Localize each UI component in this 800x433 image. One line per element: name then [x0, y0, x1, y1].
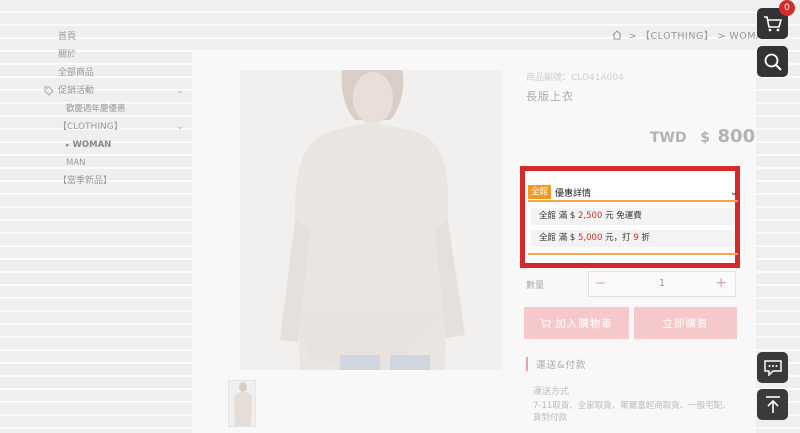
rule-prefix: 全館 滿 $: [539, 211, 576, 221]
menu-item-label: 歡慶週年慶優惠: [66, 104, 126, 114]
cart-icon: [540, 318, 552, 328]
shipping-method-label: 運送方式: [533, 387, 570, 397]
breadcrumb-separator: >: [628, 31, 637, 42]
menu-item-clothing[interactable]: 【CLOTHING】 ⌄: [38, 118, 190, 136]
menu-item-all-products[interactable]: 全部商品: [38, 64, 190, 82]
product-thumbnail[interactable]: [228, 380, 256, 427]
chevron-down-icon[interactable]: ⌄: [730, 187, 738, 198]
rule-amount: 2,500: [578, 211, 603, 221]
side-menu: 首頁 關於 全部商品 促銷活動 ⌄ 歡慶週年慶優惠 【CLOTHING】 ⌄ ▸…: [38, 28, 190, 190]
breadcrumb-item-clothing[interactable]: 【CLOTHING】: [641, 31, 714, 42]
promotion-divider: [528, 253, 738, 255]
back-to-top-icon: [765, 395, 780, 413]
promotion-rule-discount: 全館 滿 $ 5,000 元，打 9 折: [531, 230, 735, 247]
menu-item-home[interactable]: 首頁: [38, 28, 190, 46]
breadcrumb: > 【CLOTHING】 > WOMAN: [612, 28, 771, 42]
menu-item-man[interactable]: MAN: [38, 154, 190, 172]
product-sku: 商品編號：CLO41A004: [526, 73, 624, 83]
price-currency: TWD: [650, 130, 687, 146]
menu-item-label: MAN: [66, 158, 86, 168]
menu-item-woman[interactable]: ▸ WOMAN: [38, 136, 190, 154]
chevron-down-icon[interactable]: ⌄: [176, 118, 184, 136]
product-price: TWD $ 800: [650, 126, 755, 147]
chat-icon: [763, 359, 782, 376]
buy-now-button[interactable]: 立即購買: [634, 307, 737, 339]
rule-amount: 5,000: [578, 233, 603, 243]
menu-item-label: 首頁: [58, 32, 77, 42]
breadcrumb-separator: >: [717, 31, 726, 42]
shipping-method-list: 7-11取貨、全家取貨、萊爾富超商取貨、一般宅配、貨到付款: [533, 401, 731, 423]
menu-item-about[interactable]: 關於: [38, 46, 190, 64]
rule-prefix: 全館 滿 $: [539, 233, 576, 243]
promotion-title: 優惠詳情: [555, 188, 592, 199]
search-button[interactable]: [757, 46, 788, 77]
chevron-down-icon[interactable]: ⌄: [176, 82, 184, 100]
home-icon[interactable]: [612, 30, 622, 40]
price-symbol: $: [700, 130, 710, 146]
quantity-increase-button[interactable]: +: [715, 275, 727, 291]
rule-mid: 元，打: [605, 233, 631, 243]
chat-button[interactable]: [757, 352, 788, 383]
thumbnail-image: [229, 381, 255, 426]
caret-right-icon: ▸: [66, 141, 70, 149]
rule-suffix: 折: [641, 233, 650, 243]
add-to-cart-label: 加入購物車: [555, 317, 613, 330]
add-to-cart-button[interactable]: 加入購物車: [524, 307, 629, 339]
cart-icon: [763, 15, 782, 31]
menu-item-label: 關於: [58, 50, 77, 60]
menu-item-label: 【當季新品】: [58, 176, 113, 186]
rule-suffix: 元 免運費: [605, 211, 642, 221]
search-icon: [764, 53, 782, 71]
menu-item-label: 【CLOTHING】: [58, 122, 123, 132]
quantity-value[interactable]: 1: [651, 278, 673, 289]
product-main-image[interactable]: [240, 70, 502, 370]
promotion-details-box: 全館 優惠詳情 ⌄ 全館 滿 $ 2,500 元 免運費 全館 滿 $ 5,00…: [520, 166, 740, 268]
shipping-section-title: 運送&付款: [526, 357, 586, 371]
rule-discount: 9: [633, 233, 639, 243]
promotion-divider: [528, 200, 738, 202]
menu-item-label: WOMAN: [72, 140, 112, 150]
product-name: 長版上衣: [526, 90, 574, 103]
promotion-rule-free-shipping: 全館 滿 $ 2,500 元 免運費: [531, 208, 735, 225]
quantity-label: 數量: [526, 281, 545, 291]
promotion-dropdown[interactable]: 全館 優惠詳情 ⌄: [528, 185, 738, 199]
menu-item-promotions[interactable]: 促銷活動 ⌄: [38, 82, 190, 100]
menu-item-label: 促銷活動: [58, 86, 95, 96]
back-to-top-button[interactable]: [757, 389, 788, 420]
tag-icon: [44, 86, 54, 96]
quantity-decrease-button[interactable]: −: [595, 276, 606, 291]
price-value: 800: [717, 126, 756, 147]
menu-item-new-arrivals[interactable]: 【當季新品】: [38, 172, 190, 190]
woman-sweater-photo: [240, 70, 502, 370]
buy-now-label: 立即購買: [662, 317, 709, 330]
menu-item-anniversary[interactable]: 歡慶週年慶優惠: [38, 100, 190, 118]
promotion-badge: 全館: [528, 185, 552, 199]
menu-item-label: 全部商品: [58, 68, 95, 78]
cart-count-badge: 0: [779, 0, 795, 16]
quantity-stepper: − 1 +: [588, 271, 736, 297]
